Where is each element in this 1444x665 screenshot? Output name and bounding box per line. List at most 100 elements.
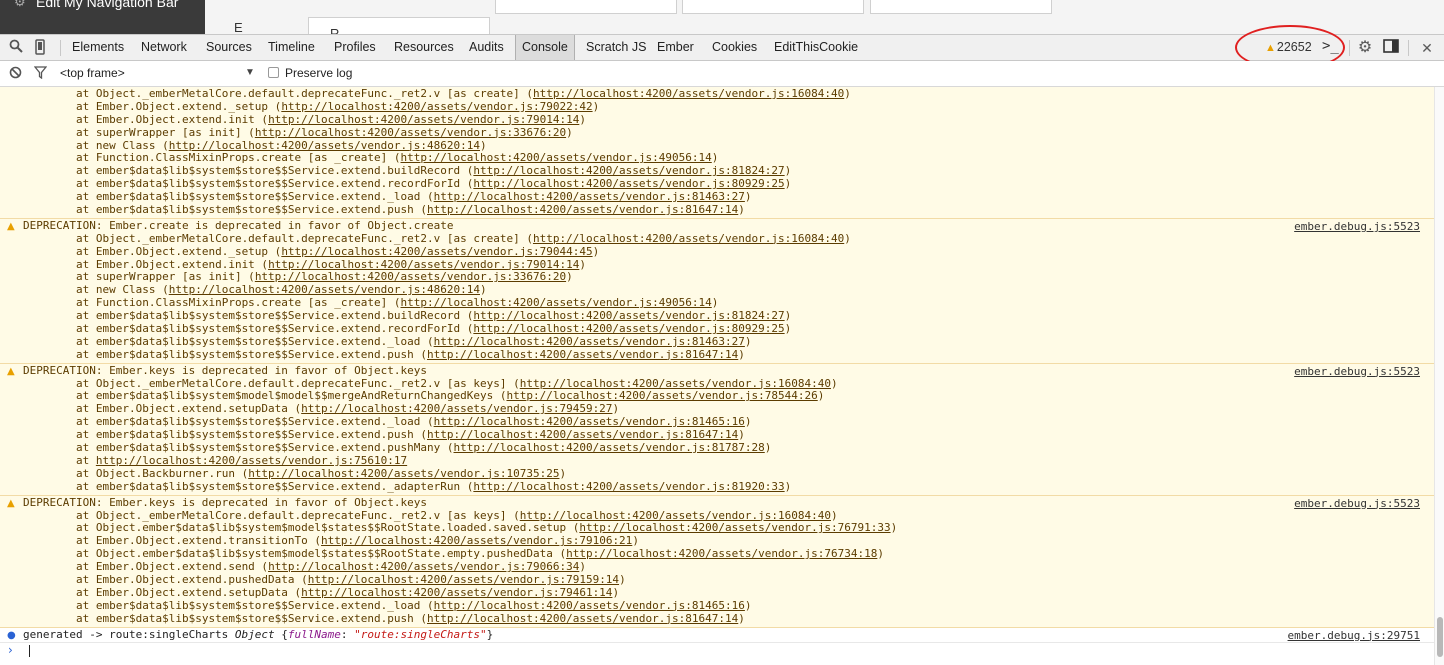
- stack-frame-link[interactable]: http://localhost:4200/assets/vendor.js:8…: [434, 415, 745, 428]
- stack-frame-link[interactable]: http://localhost:4200/assets/vendor.js:8…: [473, 177, 784, 190]
- tab-profiles[interactable]: Profiles: [328, 35, 382, 60]
- stack-frame-text: at Object._emberMetalCore.default.deprec…: [76, 231, 533, 245]
- frame-select[interactable]: <top frame>: [60, 61, 125, 86]
- tab-elements[interactable]: Elements: [66, 35, 130, 60]
- console-output[interactable]: at Object._emberMetalCore.default.deprec…: [0, 87, 1434, 665]
- stack-frame-link[interactable]: http://localhost:4200/assets/vendor.js:7…: [281, 245, 592, 258]
- stack-frame-link[interactable]: http://localhost:4200/assets/vendor.js:8…: [473, 164, 784, 177]
- stack-frame-link[interactable]: http://localhost:4200/assets/vendor.js:4…: [169, 139, 480, 152]
- stack-frame-link[interactable]: http://localhost:4200/assets/vendor.js:8…: [427, 203, 738, 216]
- colon: :: [340, 627, 355, 641]
- stack-frame-text: ): [566, 270, 573, 284]
- gear-icon[interactable]: ⚙: [1356, 39, 1374, 57]
- stack-frame-text: ): [479, 138, 487, 152]
- tab-network[interactable]: Network: [135, 35, 193, 60]
- message-source-link[interactable]: ember.debug.js:29751: [1288, 629, 1420, 643]
- console-filter-bar: <top frame> ▼ Preserve log: [0, 61, 1444, 87]
- stack-frame-link[interactable]: http://localhost:4200/assets/vendor.js:8…: [473, 480, 784, 493]
- stack-frame-text: ): [559, 466, 567, 480]
- stack-frame-link[interactable]: http://localhost:4200/assets/vendor.js:8…: [434, 599, 745, 612]
- stack-frame-link[interactable]: http://localhost:4200/assets/vendor.js:7…: [268, 258, 579, 271]
- stack-frame-text: at Object.ember$data$lib$system$model$st…: [76, 521, 580, 535]
- stack-frame-link[interactable]: http://localhost:4200/assets/vendor.js:4…: [401, 296, 712, 309]
- tab-sources[interactable]: Sources: [200, 35, 258, 60]
- stack-frame-link[interactable]: http://localhost:4200/assets/vendor.js:7…: [321, 534, 632, 547]
- stack-frame-link[interactable]: http://localhost:4200/assets/vendor.js:8…: [434, 335, 745, 348]
- stack-frame-text: at Object._emberMetalCore.default.deprec…: [76, 376, 520, 390]
- stack-frame-link[interactable]: http://localhost:4200/assets/vendor.js:8…: [454, 441, 765, 454]
- preserve-log-label: Preserve log: [285, 66, 353, 80]
- stack-frame-link[interactable]: http://localhost:4200/assets/vendor.js:8…: [427, 348, 738, 361]
- nav-bar-title[interactable]: Edit My Navigation Bar: [36, 0, 178, 10]
- message-text: generated -> route:singleCharts Object {…: [23, 627, 1434, 642]
- stack-frame-link[interactable]: http://localhost:4200/assets/vendor.js:4…: [169, 283, 480, 296]
- checkbox-box[interactable]: [268, 67, 279, 78]
- stack-frame-link[interactable]: http://localhost:4200/assets/vendor.js:7…: [268, 560, 579, 573]
- tab-resources[interactable]: Resources: [388, 35, 460, 60]
- stack-frame-link[interactable]: http://localhost:4200/assets/vendor.js:7…: [301, 586, 612, 599]
- dropdown-arrow-icon[interactable]: ▼: [245, 67, 255, 78]
- stack-frame-link[interactable]: http://localhost:4200/assets/vendor.js:7…: [566, 547, 877, 560]
- close-icon[interactable]: ✕: [1418, 39, 1436, 57]
- stack-frame-text: ): [711, 151, 719, 165]
- stack-frame-link[interactable]: http://localhost:4200/assets/vendor.js:7…: [268, 113, 579, 126]
- tab-scratch-js[interactable]: Scratch JS: [580, 35, 652, 60]
- stack-frame-link[interactable]: http://localhost:4200/assets/vendor.js:4…: [401, 151, 712, 165]
- tab-editthiscookie[interactable]: EditThisCookie: [768, 35, 864, 60]
- stack-frame-link[interactable]: http://localhost:4200/assets/vendor.js:8…: [434, 190, 745, 203]
- scrollbar-thumb[interactable]: [1437, 617, 1443, 657]
- stack-frame-text: ): [738, 347, 745, 361]
- stack-frame-link[interactable]: http://localhost:4200/assets/vendor.js:7…: [506, 389, 817, 403]
- stack-frame-text: ): [764, 441, 772, 455]
- stack-frame-link[interactable]: http://localhost:4200/assets/vendor.js:8…: [473, 309, 784, 322]
- console-scrollbar[interactable]: [1434, 87, 1444, 665]
- console-message-warning: ▲ ember.debug.js:5523 DEPRECATION: Ember.c…: [0, 218, 1434, 364]
- message-source-link[interactable]: ember.debug.js:5523: [1294, 497, 1420, 511]
- stack-frame-link[interactable]: http://localhost:4200/assets/vendor.js:8…: [427, 428, 738, 441]
- tab-console[interactable]: Console: [515, 35, 575, 60]
- stack-frame-text: at new Class (: [76, 138, 169, 152]
- warning-icon: ▲: [7, 220, 15, 232]
- stack-frame-link[interactable]: http://localhost:4200/assets/vendor.js:1…: [520, 509, 831, 522]
- stack-frame-text: at Ember.Object.extend.send (: [76, 560, 269, 574]
- stack-frame-link[interactable]: http://localhost:4200/assets/vendor.js:7…: [579, 521, 890, 534]
- stack-frame-link[interactable]: http://localhost:4200/assets/vendor.js:1…: [520, 377, 831, 390]
- stack-frame-link[interactable]: http://localhost:4200/assets/vendor.js:8…: [473, 322, 784, 335]
- stack-frame-link[interactable]: http://localhost:4200/assets/vendor.js:3…: [255, 270, 566, 284]
- tab-cookies[interactable]: Cookies: [706, 35, 763, 60]
- search-icon[interactable]: [7, 39, 25, 57]
- stack-frame-text: at ember$data$lib$system$store$$Service.…: [76, 164, 474, 178]
- tab-ember[interactable]: Ember: [651, 35, 700, 60]
- stack-frame-link[interactable]: http://localhost:4200/assets/vendor.js:7…: [281, 100, 592, 113]
- stack-frame-link[interactable]: http://localhost:4200/assets/vendor.js:1…: [533, 232, 844, 245]
- tab-audits[interactable]: Audits: [463, 35, 510, 60]
- dock-side-icon[interactable]: [1382, 39, 1400, 57]
- toolbar-separator: [1408, 40, 1409, 56]
- stack-frame-link[interactable]: http://localhost:4200/assets/vendor.js:7…: [301, 402, 612, 415]
- stack-frame-text: at Ember.Object.extend.setupData (: [76, 402, 302, 416]
- console-prompt[interactable]: ›: [0, 643, 1434, 659]
- stack-frame-text: at: [76, 453, 96, 467]
- stack-frame-link[interactable]: http://localhost:4200/assets/vendor.js:1…: [533, 87, 844, 100]
- stack-frame-text: at superWrapper [as init] (: [76, 125, 255, 139]
- device-mode-icon[interactable]: [31, 39, 49, 57]
- preserve-log-checkbox[interactable]: Preserve log: [268, 61, 352, 86]
- stack-frame-link[interactable]: http://localhost:4200/assets/vendor.js:8…: [427, 612, 738, 625]
- tab-timeline[interactable]: Timeline: [262, 35, 321, 60]
- clear-console-icon[interactable]: [7, 66, 23, 82]
- filter-icon[interactable]: [32, 66, 48, 82]
- stack-frame-text: ): [738, 428, 745, 442]
- page-field[interactable]: [870, 0, 1052, 14]
- page-field[interactable]: R: [308, 17, 490, 34]
- stack-frame-link[interactable]: http://localhost:4200/assets/vendor.js:1…: [248, 467, 559, 480]
- message-source-link[interactable]: ember.debug.js:5523: [1294, 365, 1420, 379]
- page-field[interactable]: [682, 0, 864, 14]
- stack-frame-link[interactable]: http://localhost:4200/assets/vendor.js:3…: [255, 126, 566, 139]
- stack-frame-text: ): [579, 560, 586, 574]
- stack-frame-link[interactable]: http://localhost:4200/assets/vendor.js:7…: [308, 573, 619, 586]
- stack-frame-text: ): [738, 203, 745, 217]
- page-field[interactable]: [495, 0, 677, 14]
- stack-frame-text: ): [619, 572, 626, 586]
- stack-frame-link[interactable]: http://localhost:4200/assets/vendor.js:7…: [96, 454, 407, 467]
- message-source-link[interactable]: ember.debug.js:5523: [1294, 220, 1420, 234]
